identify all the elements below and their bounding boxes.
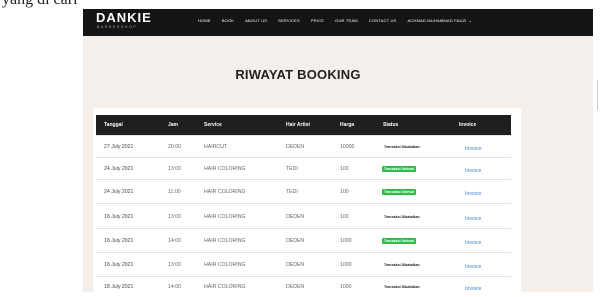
nav-about-us[interactable]: ABOUT US (245, 18, 267, 23)
top-text-fragment: yang di cari (0, 0, 600, 9)
table-row: 18 July 2021 13:00 HAIR COLORING DEDEN 100 Tr… (96, 203, 511, 229)
invoice-link[interactable]: Invoice (465, 240, 481, 246)
header-status: Status (383, 122, 399, 128)
table-row: 18 July 2021 14:00 HAIR COLORING DEDEN 1000 T… (96, 276, 511, 297)
cell-hair-artist: TEDI (286, 189, 298, 195)
nav-book[interactable]: BOOK (222, 18, 234, 23)
cell-hair-artist: DEDEN (286, 214, 305, 220)
cell-hair-artist: DEDEN (286, 262, 305, 268)
cell-service: HAIR COLORING (204, 166, 246, 172)
status-badge: Transaksi Selesai (382, 238, 416, 244)
cell-harga: 100 (340, 214, 349, 220)
top-fragment-text: yang di cari (2, 0, 78, 9)
cell-jam: 20:00 (168, 144, 181, 150)
nav-menu: HOME BOOK ABOUT US SERVICES PRICE OUR TE… (198, 18, 472, 23)
header-service: Service (204, 122, 222, 128)
cell-harga: 1000 (340, 284, 352, 290)
user-menu[interactable]: ACHMAD MUHAMMAD FAUZI ⌄ (407, 18, 472, 23)
cell-service: HAIRCUT (204, 144, 228, 150)
cell-harga: 10000 (340, 144, 355, 150)
table-row: 24 July 2021 11:00 HAIR COLORING TEDI 100 Tra… (96, 179, 511, 204)
cell-harga: 100 (340, 166, 349, 172)
cell-jam: 11:00 (168, 189, 181, 195)
header-hair-artist: Hair Artist (286, 122, 310, 128)
cell-service: HAIR COLORING (204, 214, 246, 220)
cell-service: HAIR COLORING (204, 284, 246, 290)
cell-tanggal: 18 July 2021 (104, 214, 134, 220)
table-row: 18 July 2021 13:00 HAIR COLORING DEDEN 1000 T… (96, 252, 511, 277)
cell-jam: 14:00 (168, 238, 181, 244)
cell-harga: 1000 (340, 262, 352, 268)
page-title: RIWAYAT BOOKING (235, 67, 361, 82)
cell-hair-artist: DEDEN (286, 238, 305, 244)
invoice-link[interactable]: Invoice (465, 216, 481, 222)
chevron-down-icon: ⌄ (468, 18, 473, 23)
table-row: 18 July 2021 14:00 HAIR COLORING DEDEN 1000 T… (96, 228, 511, 253)
table-header: Tanggal Jam Service Hair Artist Harga St… (96, 115, 511, 135)
status-badge: Transaksi Dibatalkan (384, 263, 420, 267)
cell-harga: 1000 (340, 238, 352, 244)
invoice-link[interactable]: Invoice (465, 146, 481, 152)
brand-tagline: BARBERSHOP (97, 25, 138, 29)
cell-tanggal: 27 July 2021 (104, 144, 134, 150)
status-badge: Transaksi Selesai (382, 166, 416, 172)
nav-our-team[interactable]: OUR TEAM (335, 18, 358, 23)
header-invoice: Invoice (459, 122, 477, 128)
invoice-link[interactable]: Invoice (465, 168, 481, 174)
cell-tanggal: 18 July 2021 (104, 262, 134, 268)
scroll-edge-line (597, 80, 598, 110)
cell-hair-artist: TEDI (286, 166, 298, 172)
cell-jam: 14:00 (168, 284, 181, 290)
nav-contact-us[interactable]: CONTACT US (369, 18, 397, 23)
status-badge: Transaksi Dibatalkan (384, 145, 420, 149)
status-badge: Transaksi Selesai (382, 189, 416, 195)
cell-tanggal: 24 July 2021 (104, 189, 134, 195)
cell-service: HAIR COLORING (204, 262, 246, 268)
header-jam: Jam (168, 122, 179, 128)
cell-jam: 13:00 (168, 262, 181, 268)
cell-hair-artist: DEDEN (286, 284, 305, 290)
cell-tanggal: 24 July 2021 (104, 166, 134, 172)
invoice-link[interactable]: Invoice (465, 286, 481, 292)
cell-tanggal: 18 July 2021 (104, 284, 134, 290)
cell-jam: 13:00 (168, 166, 181, 172)
cell-jam: 13:00 (168, 214, 181, 220)
cell-service: HAIR COLORING (204, 189, 246, 195)
brand-logo[interactable]: DANKIE (96, 11, 152, 25)
header-tanggal: Tanggal (104, 122, 123, 128)
user-name: ACHMAD MUHAMMAD FAUZI (407, 18, 467, 23)
cell-hair-artist: DEDEN (286, 144, 305, 150)
cell-tanggal: 18 July 2021 (104, 238, 134, 244)
cell-harga: 100 (340, 189, 349, 195)
table-row: 27 July 2021 20:00 HAIRCUT DEDEN 10000 Transa… (96, 135, 511, 158)
table-row: 24 July 2021 13:00 HAIR COLORING TEDI 100 Tra… (96, 157, 511, 180)
nav-services[interactable]: SERVICES (278, 18, 300, 23)
invoice-link[interactable]: Invoice (465, 264, 481, 270)
cell-service: HAIR COLORING (204, 238, 246, 244)
status-badge: Transaksi Dibatalkan (384, 285, 420, 289)
nav-home[interactable]: HOME (198, 18, 211, 23)
nav-price[interactable]: PRICE (311, 18, 324, 23)
invoice-link[interactable]: Invoice (465, 191, 481, 197)
navbar: DANKIE BARBERSHOP HOME BOOK ABOUT US SER… (83, 9, 593, 36)
status-badge: Transaksi Dibatalkan (384, 215, 420, 219)
header-harga: Harga (340, 122, 355, 128)
